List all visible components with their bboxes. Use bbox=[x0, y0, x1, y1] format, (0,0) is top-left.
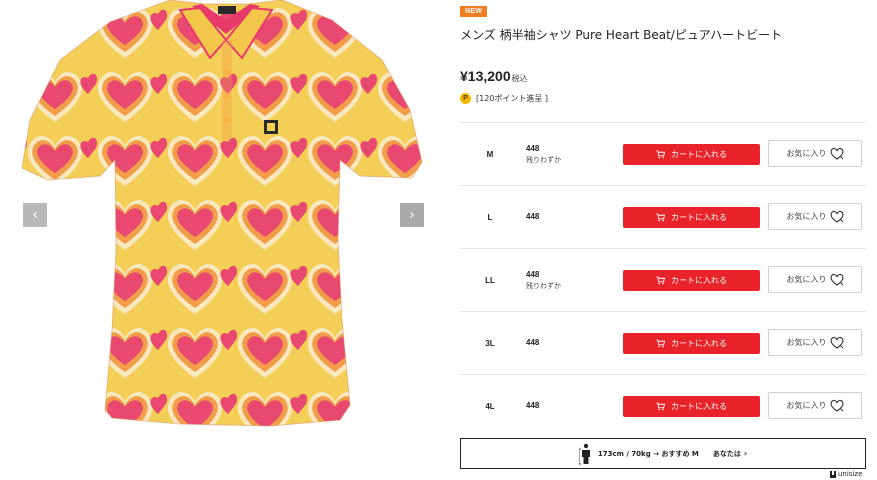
add-to-cart-button[interactable]: カートに入れる bbox=[623, 144, 760, 165]
size-row: LL 448 残りわずか カートに入れる お気に入り bbox=[460, 249, 866, 312]
size-row: L 448 カートに入れる お気に入り bbox=[460, 186, 866, 249]
unisize-brand: unisize bbox=[830, 470, 862, 478]
next-image-button[interactable]: › bbox=[400, 203, 424, 227]
favorite-button-label: お気に入り bbox=[786, 338, 827, 347]
stock-note: 残りわずか bbox=[526, 155, 561, 164]
cart-button-label: カートに入れる bbox=[671, 213, 727, 222]
favorite-button-label: お気に入り bbox=[786, 275, 827, 284]
favorite-button-label: お気に入り bbox=[786, 212, 827, 221]
stock-code: 448 bbox=[526, 337, 540, 347]
stock-info: 448 残りわずか bbox=[526, 123, 561, 185]
stock-code: 448 bbox=[526, 269, 540, 279]
favorite-button-label: お気に入り bbox=[786, 149, 827, 158]
cart-icon bbox=[656, 402, 665, 411]
size-recommendation-button[interactable]: 173cm / 70kg → おすすめ M あなたは › bbox=[460, 438, 866, 469]
cart-icon bbox=[656, 276, 665, 285]
product-info-panel: NEW メンズ 柄半袖シャツ Pure Heart Beat/ピュアハートビート… bbox=[460, 0, 870, 480]
person-icon bbox=[578, 443, 590, 464]
product-image-gallery: ‹ › bbox=[0, 0, 445, 480]
stock-code: 448 bbox=[526, 400, 540, 410]
cart-icon bbox=[656, 150, 665, 159]
size-row: M 448 残りわずか カートに入れる お気に入り bbox=[460, 123, 866, 186]
stock-info: 448 bbox=[526, 186, 539, 248]
chevron-right-icon: › bbox=[409, 207, 415, 223]
size-row: 4L 448 カートに入れる お気に入り bbox=[460, 375, 866, 438]
product-price: ¥13,200 bbox=[460, 68, 511, 84]
add-to-cart-button[interactable]: カートに入れる bbox=[623, 333, 760, 354]
size-label: L bbox=[487, 212, 493, 222]
price-row: ¥13,200 税込 bbox=[460, 68, 528, 84]
recommendation-you-label: あなたは bbox=[712, 449, 741, 458]
size-row: 3L 448 カートに入れる お気に入り bbox=[460, 312, 866, 375]
chevron-right-icon: › bbox=[743, 449, 748, 458]
favorite-button-label: お気に入り bbox=[786, 401, 827, 410]
add-to-cart-button[interactable]: カートに入れる bbox=[623, 207, 760, 228]
cart-icon bbox=[656, 339, 665, 348]
size-label: 3L bbox=[485, 338, 495, 348]
cart-button-label: カートに入れる bbox=[671, 276, 727, 285]
size-label: LL bbox=[485, 275, 495, 285]
favorite-button[interactable]: お気に入り bbox=[768, 392, 862, 419]
unisize-logo-icon bbox=[830, 470, 836, 478]
cart-button-label: カートに入れる bbox=[671, 402, 727, 411]
tax-label: 税込 bbox=[511, 74, 528, 83]
product-title: メンズ 柄半袖シャツ Pure Heart Beat/ピュアハートビート bbox=[460, 28, 783, 42]
cart-icon bbox=[656, 213, 665, 222]
stock-code: 448 bbox=[526, 143, 540, 153]
points-icon: P bbox=[460, 93, 471, 104]
size-stock-table: M 448 残りわずか カートに入れる お気に入り L 448 カートに入れる … bbox=[460, 122, 866, 438]
favorite-button[interactable]: お気に入り bbox=[768, 329, 862, 356]
size-label: 4L bbox=[485, 401, 495, 411]
stock-info: 448 残りわずか bbox=[526, 249, 561, 311]
points-text: [120ポイント進呈 ] bbox=[476, 94, 549, 103]
unisize-label: unisize bbox=[838, 470, 863, 478]
points-row: P [120ポイント進呈 ] bbox=[460, 93, 548, 104]
cart-button-label: カートに入れる bbox=[671, 150, 727, 159]
heart-icon bbox=[830, 273, 843, 286]
heart-icon bbox=[830, 210, 843, 223]
add-to-cart-button[interactable]: カートに入れる bbox=[623, 396, 760, 417]
stock-code: 448 bbox=[526, 211, 540, 221]
chevron-left-icon: ‹ bbox=[32, 207, 38, 223]
favorite-button[interactable]: お気に入り bbox=[768, 140, 862, 167]
favorite-button[interactable]: お気に入り bbox=[768, 266, 862, 293]
size-label: M bbox=[486, 149, 494, 159]
new-badge: NEW bbox=[460, 6, 488, 17]
previous-image-button[interactable]: ‹ bbox=[23, 203, 47, 227]
heart-icon bbox=[830, 147, 843, 160]
stock-note: 残りわずか bbox=[526, 281, 561, 290]
add-to-cart-button[interactable]: カートに入れる bbox=[623, 270, 760, 291]
heart-icon bbox=[830, 336, 843, 349]
heart-icon bbox=[830, 399, 843, 412]
recommendation-text: 173cm / 70kg → おすすめ M bbox=[597, 449, 699, 458]
favorite-button[interactable]: お気に入り bbox=[768, 203, 862, 230]
stock-info: 448 bbox=[526, 312, 539, 374]
cart-button-label: カートに入れる bbox=[671, 339, 727, 348]
stock-info: 448 bbox=[526, 375, 539, 437]
product-image bbox=[20, 0, 432, 480]
